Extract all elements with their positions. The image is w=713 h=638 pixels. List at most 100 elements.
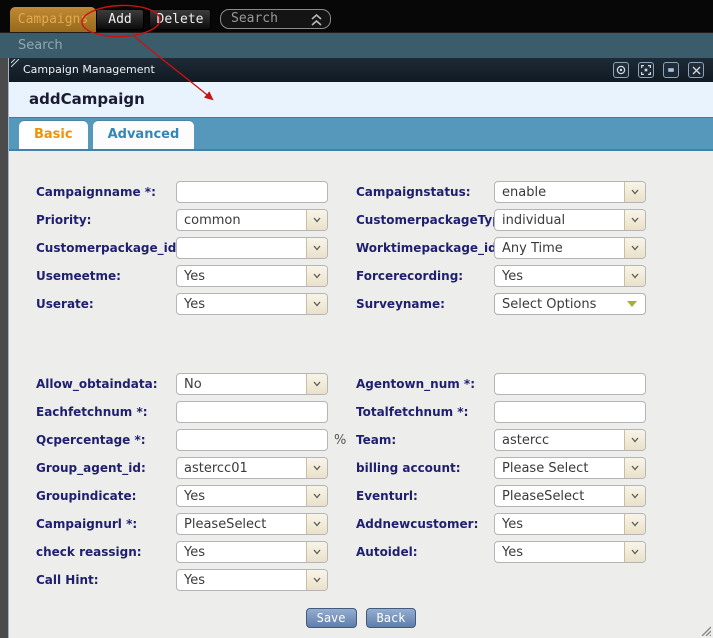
form-row: Campaignstatus:enable bbox=[356, 178, 706, 206]
usemeetme-select[interactable]: Yes bbox=[176, 265, 328, 287]
totalfetchnum-label: Totalfetchnum *: bbox=[356, 405, 494, 419]
autoidel-select[interactable]: Yes bbox=[494, 541, 646, 563]
tab-advanced[interactable]: Advanced bbox=[93, 121, 195, 149]
form-row: Campaignurl *:PleaseSelect bbox=[36, 510, 356, 538]
select-value: Yes bbox=[177, 573, 306, 588]
dropdown-arrow-icon[interactable] bbox=[306, 238, 327, 258]
campaignstatus-select[interactable]: enable bbox=[494, 181, 646, 203]
maximize-icon[interactable] bbox=[638, 62, 654, 78]
dropdown-arrow-icon[interactable] bbox=[306, 266, 327, 286]
form-row: Call Hint:Yes bbox=[36, 566, 356, 594]
dropdown-arrow-icon[interactable] bbox=[306, 570, 327, 590]
add-button[interactable]: Add bbox=[96, 9, 144, 30]
team-select[interactable]: astercc bbox=[494, 429, 646, 451]
tab-campaigns[interactable]: Campaigns bbox=[10, 7, 96, 32]
form-row: Campaignname *: bbox=[36, 178, 356, 206]
check-reassign-select[interactable]: Yes bbox=[176, 541, 328, 563]
select-value: Yes bbox=[495, 517, 624, 532]
userate-select[interactable]: Yes bbox=[176, 293, 328, 315]
agentown-num-input[interactable] bbox=[494, 373, 646, 395]
forcerecording-select[interactable]: Yes bbox=[494, 265, 646, 287]
groupindicate-select[interactable]: Yes bbox=[176, 485, 328, 507]
dropdown-arrow-icon[interactable] bbox=[624, 210, 645, 230]
worktimepackage-id-select[interactable]: Any Time bbox=[494, 237, 646, 259]
campaignname-input[interactable] bbox=[176, 181, 328, 203]
close-icon[interactable] bbox=[688, 62, 704, 78]
campaignurl-select[interactable]: PleaseSelect bbox=[176, 513, 328, 535]
surveyname-combo[interactable]: Select Options bbox=[494, 293, 646, 315]
select-value: Yes bbox=[177, 269, 306, 284]
select-value: PleaseSelect bbox=[495, 489, 624, 504]
autoidel-label: Autoidel: bbox=[356, 545, 494, 559]
dropdown-arrow-icon[interactable] bbox=[306, 514, 327, 534]
form-row: Qcpercentage *:% bbox=[36, 426, 356, 454]
form-row: Addnewcustomer:Yes bbox=[356, 510, 706, 538]
groupindicate-label: Groupindicate: bbox=[36, 489, 176, 503]
dialog-heading-bar: addCampaign bbox=[9, 82, 713, 117]
agentown-num-label: Agentown_num *: bbox=[356, 377, 494, 391]
resize-grip-se-icon[interactable] bbox=[699, 624, 711, 636]
minimize-icon[interactable] bbox=[663, 62, 679, 78]
billing-account-label: billing account: bbox=[356, 461, 494, 475]
search-toggle[interactable]: Search bbox=[220, 9, 331, 29]
form-actions: Save Back bbox=[9, 608, 713, 628]
eventurl-select[interactable]: PleaseSelect bbox=[494, 485, 646, 507]
top-toolbar: Campaigns Add Delete Search bbox=[0, 0, 713, 32]
dropdown-arrow-icon[interactable] bbox=[306, 458, 327, 478]
select-value: No bbox=[177, 377, 306, 392]
dropdown-arrow-icon[interactable] bbox=[624, 238, 645, 258]
call-hint-select[interactable]: Yes bbox=[176, 569, 328, 591]
dropdown-arrow-icon[interactable] bbox=[624, 542, 645, 562]
forcerecording-label: Forcerecording: bbox=[356, 269, 494, 283]
priority-select[interactable]: common bbox=[176, 209, 328, 231]
form-row: check reassign:Yes bbox=[36, 538, 356, 566]
allow-obtaindata-select[interactable]: No bbox=[176, 373, 328, 395]
dropdown-arrow-icon[interactable] bbox=[306, 486, 327, 506]
call-hint-label: Call Hint: bbox=[36, 573, 176, 587]
form-column-right: Campaignstatus:enableCustomerpackageType… bbox=[356, 178, 706, 638]
totalfetchnum-input[interactable] bbox=[494, 401, 646, 423]
group-agent-id-select[interactable]: astercc01 bbox=[176, 457, 328, 479]
shade-icon[interactable] bbox=[613, 62, 629, 78]
eachfetchnum-input[interactable] bbox=[176, 401, 328, 423]
dropdown-arrow-icon[interactable] bbox=[306, 210, 327, 230]
dialog-titlebar[interactable]: Campaign Management bbox=[9, 58, 713, 82]
dropdown-arrow-icon[interactable] bbox=[624, 458, 645, 478]
billing-account-select[interactable]: Please Select bbox=[494, 457, 646, 479]
qcpercentage-input[interactable] bbox=[176, 429, 328, 451]
select-value: Yes bbox=[177, 545, 306, 560]
form-row: Group_agent_id:astercc01 bbox=[36, 454, 356, 482]
customerpackagetype-select[interactable]: individual bbox=[494, 209, 646, 231]
back-button[interactable]: Back bbox=[366, 608, 417, 628]
dropdown-arrow-icon[interactable] bbox=[624, 266, 645, 286]
select-value: Yes bbox=[177, 297, 306, 312]
qcpercentage-label: Qcpercentage *: bbox=[36, 433, 176, 447]
tab-basic[interactable]: Basic bbox=[19, 121, 88, 149]
form-row: Forcerecording:Yes bbox=[356, 262, 706, 290]
group-agent-id-label: Group_agent_id: bbox=[36, 461, 176, 475]
dropdown-arrow-icon[interactable] bbox=[624, 514, 645, 534]
customerpackage-id-label: Customerpackage_id: bbox=[36, 241, 176, 255]
add-campaign-form: Campaignname *:Priority:commonCustomerpa… bbox=[9, 151, 713, 638]
dropdown-arrow-icon[interactable] bbox=[624, 430, 645, 450]
customerpackage-id-select[interactable] bbox=[176, 237, 328, 259]
dropdown-triangle-icon[interactable] bbox=[627, 301, 637, 307]
resize-grip-nw-icon[interactable] bbox=[11, 59, 19, 67]
dropdown-arrow-icon[interactable] bbox=[306, 542, 327, 562]
select-value: astercc bbox=[495, 433, 624, 448]
delete-button[interactable]: Delete bbox=[149, 9, 211, 30]
dropdown-arrow-icon[interactable] bbox=[306, 294, 327, 314]
dropdown-arrow-icon[interactable] bbox=[306, 374, 327, 394]
worktimepackage-id-label: Worktimepackage_id: bbox=[356, 241, 494, 255]
addnewcustomer-select[interactable]: Yes bbox=[494, 513, 646, 535]
check-reassign-label: check reassign: bbox=[36, 545, 176, 559]
eachfetchnum-label: Eachfetchnum *: bbox=[36, 405, 176, 419]
save-button[interactable]: Save bbox=[306, 608, 357, 628]
dialog-title: Campaign Management bbox=[23, 58, 155, 82]
dropdown-arrow-icon[interactable] bbox=[624, 486, 645, 506]
form-group-gap bbox=[356, 318, 706, 370]
form-row: Userate:Yes bbox=[36, 290, 356, 318]
form-row: Surveyname:Select Options bbox=[356, 290, 706, 318]
select-value: astercc01 bbox=[177, 461, 306, 476]
dropdown-arrow-icon[interactable] bbox=[624, 182, 645, 202]
